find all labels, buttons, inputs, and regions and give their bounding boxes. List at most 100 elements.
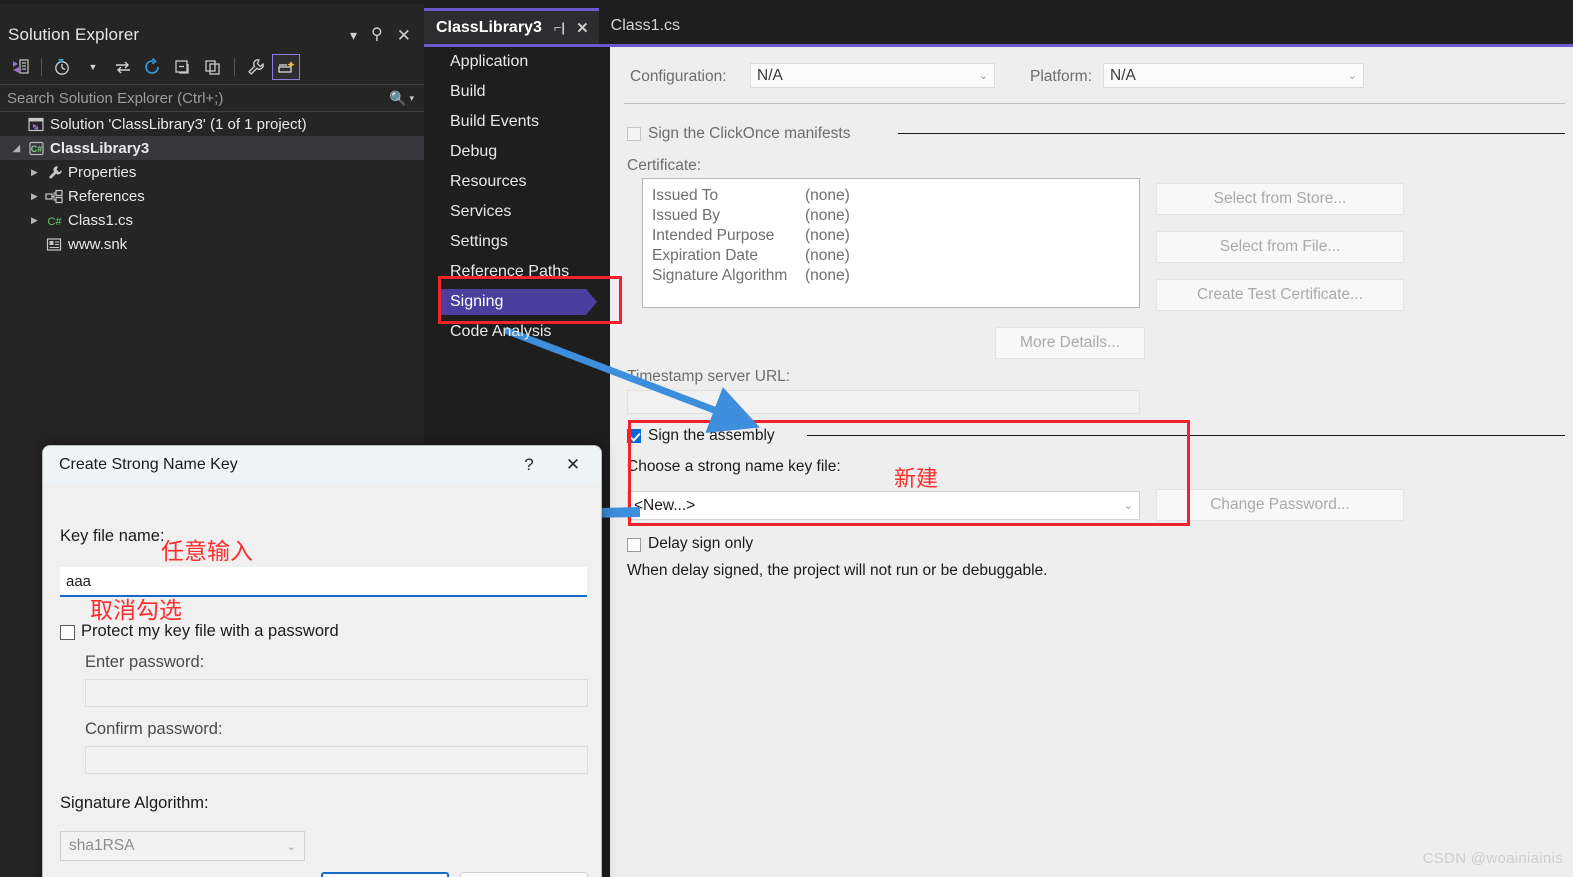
csharp-file-icon: C# (43, 213, 65, 228)
certificate-value: (none) (805, 267, 850, 284)
section-divider (624, 103, 1565, 104)
select-from-store-button[interactable]: Select from Store... (1156, 183, 1404, 215)
question-mark-icon[interactable]: ? (507, 448, 551, 482)
button-label: Select from Store... (1213, 190, 1347, 207)
button-label: Select from File... (1219, 238, 1341, 255)
tree-item-label: Class1.cs (68, 211, 134, 229)
propnav-label: Debug (450, 143, 498, 160)
delay-sign-only-checkbox[interactable] (627, 538, 641, 552)
tree-item-class1-cs[interactable]: ▶ C# Class1.cs (0, 208, 424, 232)
chevron-down-icon-toolbar[interactable]: ▼ (79, 54, 107, 80)
certificate-row: Signature Algorithm (none) (652, 267, 1139, 287)
platform-dropdown[interactable]: N/A ⌄ (1103, 63, 1364, 88)
chevron-down-icon[interactable]: ▾ (350, 28, 357, 42)
button-label: More Details... (1020, 334, 1120, 351)
strong-name-key-file-dropdown[interactable]: <New...> ⌄ (627, 491, 1140, 520)
propnav-label: Settings (450, 233, 508, 250)
preview-selected-items-icon[interactable] (272, 54, 300, 80)
certificate-row: Issued To (none) (652, 187, 1139, 207)
propnav-item-services[interactable]: Services (424, 197, 610, 227)
certificate-listbox[interactable]: Issued To (none) Issued By (none) Intend… (642, 178, 1140, 308)
timestamp-server-url-input[interactable] (627, 390, 1140, 414)
propnav-label: Application (450, 53, 529, 70)
search-input[interactable] (0, 88, 390, 108)
show-all-files-icon[interactable] (199, 54, 227, 80)
signature-algorithm-dropdown[interactable]: sha1RSA ⌄ (60, 831, 305, 861)
tree-item-properties[interactable]: ▶ Properties (0, 160, 424, 184)
twisty-collapsed-icon[interactable]: ▶ (26, 191, 43, 202)
key-file-icon (43, 237, 65, 252)
sign-clickonce-checkbox[interactable] (627, 127, 641, 141)
tree-item-classlibrary3[interactable]: ◢ C# ClassLibrary3 (0, 136, 424, 160)
key-file-name-label: Key file name: (60, 527, 165, 545)
close-icon[interactable]: ✕ (551, 448, 595, 482)
solution-view-icon[interactable] (6, 54, 34, 80)
protect-key-file-checkbox[interactable] (60, 625, 75, 640)
close-icon[interactable]: ✕ (397, 27, 411, 44)
enter-password-input[interactable] (85, 679, 588, 707)
enter-password-label: Enter password: (85, 653, 205, 671)
propnav-item-signing[interactable]: Signing (424, 287, 610, 317)
tree-item-label: ClassLibrary3 (50, 139, 150, 157)
solution-icon (25, 117, 47, 132)
solution-explorer-header: Solution Explorer ▾ ⚲ ✕ (0, 18, 424, 52)
pin-icon[interactable]: ⌐| (554, 20, 565, 35)
properties-icon[interactable] (242, 54, 270, 80)
signature-algorithm-value: sha1RSA (69, 837, 135, 854)
solution-explorer-toolbar: ▼ (0, 50, 424, 84)
tree-item-label: Solution 'ClassLibrary3' (1 of 1 project… (50, 115, 307, 133)
wrench-icon (43, 165, 65, 180)
propnav-item-application[interactable]: Application (424, 47, 610, 77)
propnav-item-build-events[interactable]: Build Events (424, 107, 610, 137)
certificate-value: (none) (805, 207, 850, 224)
twisty-collapsed-icon[interactable]: ▶ (26, 167, 43, 178)
propnav-label: Build Events (450, 113, 539, 130)
search-icon[interactable]: 🔍 ▾ (389, 90, 424, 107)
pin-icon[interactable]: ⚲ (371, 27, 383, 43)
propnav-item-resources[interactable]: Resources (424, 167, 610, 197)
strong-name-key-file-label: Choose a strong name key file: (627, 458, 841, 475)
propnav-item-settings[interactable]: Settings (424, 227, 610, 257)
search-solution-explorer-bar[interactable]: 🔍▾ (0, 84, 424, 112)
timestamp-server-url-label: Timestamp server URL: (627, 368, 791, 385)
tree-item-www-snk[interactable]: www.snk (0, 232, 424, 256)
tree-item-label: References (68, 187, 145, 205)
tree-item-solution[interactable]: Solution 'ClassLibrary3' (1 of 1 project… (0, 112, 424, 136)
tree-item-references[interactable]: ▶ References (0, 184, 424, 208)
propnav-item-reference-paths[interactable]: Reference Paths (424, 257, 610, 287)
certificate-key: Issued To (652, 187, 719, 204)
refresh-icon[interactable] (139, 54, 167, 80)
twisty-expanded-icon[interactable]: ◢ (8, 143, 25, 154)
cancel-button[interactable]: Cancel (460, 872, 588, 877)
configuration-dropdown[interactable]: N/A ⌄ (750, 63, 995, 88)
more-details-button[interactable]: More Details... (995, 327, 1145, 359)
sync-with-active-document-icon[interactable] (109, 54, 137, 80)
sign-clickonce-label: Sign the ClickOnce manifests (648, 125, 851, 142)
pending-changes-icon[interactable] (49, 54, 77, 80)
tab-class1-cs[interactable]: Class1.cs (599, 8, 690, 44)
propnav-item-code-analysis[interactable]: Code Analysis (424, 317, 610, 347)
dialog-title: Create Strong Name Key (59, 456, 238, 473)
change-password-button[interactable]: Change Password... (1156, 489, 1404, 521)
collapse-all-icon[interactable] (169, 54, 197, 80)
chevron-down-icon: ⌄ (286, 840, 296, 853)
protect-key-file-label: Protect my key file with a password (81, 622, 339, 640)
select-from-file-button[interactable]: Select from File... (1156, 231, 1404, 263)
confirm-password-label: Confirm password: (85, 720, 223, 738)
twisty-collapsed-icon[interactable]: ▶ (26, 215, 43, 226)
close-icon[interactable]: ✕ (576, 19, 589, 37)
certificate-key: Issued By (652, 207, 721, 224)
certificate-value: (none) (805, 187, 850, 204)
ok-button[interactable]: OK (321, 872, 449, 877)
propnav-item-build[interactable]: Build (424, 77, 610, 107)
group-rule-2 (807, 435, 1565, 436)
certificate-row: Issued By (none) (652, 207, 1139, 227)
platform-label: Platform: (1030, 68, 1093, 85)
key-file-name-input[interactable] (60, 567, 587, 597)
tab-classlibrary3[interactable]: ClassLibrary3 ⌐| ✕ (424, 8, 599, 44)
confirm-password-input[interactable] (85, 746, 588, 774)
propnav-item-debug[interactable]: Debug (424, 137, 610, 167)
certificate-label: Certificate: (627, 157, 702, 174)
sign-the-assembly-checkbox[interactable] (627, 429, 641, 443)
create-test-certificate-button[interactable]: Create Test Certificate... (1156, 279, 1404, 311)
